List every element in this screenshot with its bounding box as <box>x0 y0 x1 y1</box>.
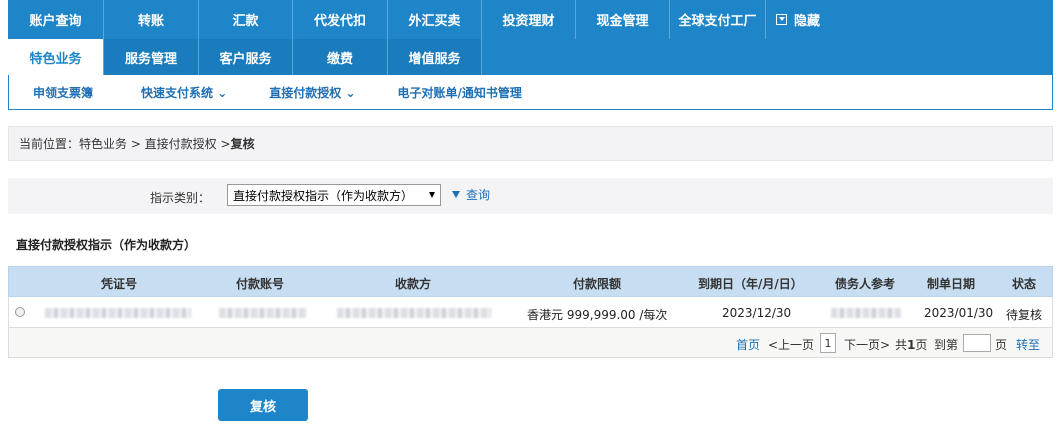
tab-service-management[interactable]: 服务管理 <box>104 39 199 75</box>
payer-account-redacted <box>219 308 307 318</box>
limit-frequency: /每次 <box>639 308 668 322</box>
col-created-date: 制单日期 <box>927 277 976 291</box>
filter-bar: 指示类别： 直接付款授权指示（作为收款方） 查询 <box>8 178 1053 214</box>
table-row[interactable]: 香港元 999,999.00 /每次 2023/12/30 2023/01/30… <box>8 297 1053 328</box>
dropdown-arrow-icon <box>429 192 435 198</box>
instruction-type-label: 指示类别： <box>150 191 211 205</box>
query-button[interactable]: 查询 <box>452 186 490 203</box>
debtor-ref-redacted <box>831 308 901 318</box>
submenu-fps-label: 快速支付系统 <box>141 85 214 100</box>
limit-value: 香港元 999,999.00 /每次 <box>527 306 667 323</box>
col-payment-limit: 付款限额 <box>573 277 622 291</box>
top-navigation: 账户查询 转账 汇款 代发代扣 外汇买卖 投资理财 现金管理 全球支付工厂 隐藏… <box>8 0 1053 75</box>
status-cell: 待复核 <box>1006 308 1043 322</box>
col-status: 状态 <box>1012 277 1037 291</box>
menu-global-payment[interactable]: 全球支付工厂 <box>670 0 766 39</box>
breadcrumb-path: 当前位置：特色业务 > 直接付款授权 > <box>19 137 231 151</box>
goto-suffix: 页 <box>995 338 1008 352</box>
tab-special-business[interactable]: 特色业务 <box>8 39 104 75</box>
review-button[interactable]: 复核 <box>218 389 308 421</box>
due-date-cell: 2023/12/30 <box>722 306 792 320</box>
submenu-e-statement[interactable]: 电子对账单/通知书管理 <box>398 84 522 101</box>
tertiary-menu: 申领支票簿 快速支付系统 ⌄ 直接付款授权 ⌄ 电子对账单/通知书管理 <box>8 75 1053 110</box>
primary-menu: 账户查询 转账 汇款 代发代扣 外汇买卖 投资理财 现金管理 全球支付工厂 隐藏 <box>8 0 886 39</box>
submenu-direct-debit[interactable]: 直接付款授权 ⌄ <box>269 84 355 101</box>
col-payer-account: 付款账号 <box>236 277 285 291</box>
limit-amount: 999,999.00 <box>566 308 636 322</box>
col-payee: 收款方 <box>395 277 432 291</box>
hide-menu-button[interactable]: 隐藏 <box>766 0 886 39</box>
payee-redacted <box>337 308 491 318</box>
authorization-table: 凭证号 付款账号 收款方 付款限额 到期日（年/月/日） 债务人参考 制单日期 … <box>8 266 1053 358</box>
total-suffix: 页 <box>915 338 928 352</box>
instruction-type-select[interactable]: 直接付款授权指示（作为收款方） <box>227 184 441 206</box>
menu-cash-management[interactable]: 现金管理 <box>576 0 670 39</box>
next-page-link[interactable]: 下一页> <box>844 336 890 353</box>
first-page-link[interactable]: 首页 <box>736 336 760 353</box>
submenu-direct-debit-label: 直接付款授权 <box>269 85 342 100</box>
breadcrumb: 当前位置：特色业务 > 直接付款授权 > 复核 <box>8 126 1053 161</box>
menu-remittance[interactable]: 汇款 <box>199 0 293 39</box>
col-debtor-ref: 债务人参考 <box>835 277 896 291</box>
submenu-fps[interactable]: 快速支付系统 ⌄ <box>141 84 227 101</box>
menu-payroll[interactable]: 代发代扣 <box>293 0 388 39</box>
chevron-down-icon: ⌄ <box>345 85 356 100</box>
collapse-icon <box>776 14 787 25</box>
pagination: 首页 <上一页 1 下一页> 共1页 到第 页 转至 <box>8 328 1053 358</box>
row-select-radio[interactable] <box>15 307 25 317</box>
goto-page-link[interactable]: 转至 <box>1016 336 1040 353</box>
instruction-type-value: 直接付款授权指示（作为收款方） <box>233 188 414 203</box>
col-voucher-no: 凭证号 <box>101 277 138 291</box>
filter-icon <box>452 191 460 198</box>
tab-customer-service[interactable]: 客户服务 <box>199 39 293 75</box>
secondary-menu: 特色业务 服务管理 客户服务 缴费 增值服务 <box>8 39 482 75</box>
section-title: 直接付款授权指示（作为收款方） <box>16 238 197 252</box>
query-label: 查询 <box>466 188 491 202</box>
menu-transfer[interactable]: 转账 <box>104 0 199 39</box>
total-pages: 共1页 <box>895 336 927 353</box>
goto-prefix: 到第 <box>934 338 959 352</box>
col-due-date: 到期日（年/月/日） <box>698 277 803 291</box>
limit-currency: 香港元 <box>527 308 564 322</box>
total-prefix: 共 <box>895 338 908 352</box>
menu-fx[interactable]: 外汇买卖 <box>388 0 482 39</box>
voucher-no-redacted <box>45 308 191 318</box>
hide-label: 隐藏 <box>794 14 821 29</box>
current-page-box: 1 <box>820 333 836 353</box>
menu-account-query[interactable]: 账户查询 <box>8 0 104 39</box>
chevron-down-icon: ⌄ <box>217 85 228 100</box>
created-date-cell: 2023/01/30 <box>924 306 994 320</box>
tab-bill-payment[interactable]: 缴费 <box>293 39 388 75</box>
prev-page-link[interactable]: <上一页 <box>768 336 814 353</box>
breadcrumb-current: 复核 <box>230 137 255 151</box>
menu-wealth[interactable]: 投资理财 <box>482 0 576 39</box>
submenu-cheque-book[interactable]: 申领支票簿 <box>33 84 93 101</box>
goto-page-input[interactable] <box>963 334 991 352</box>
table-header: 凭证号 付款账号 收款方 付款限额 到期日（年/月/日） 债务人参考 制单日期 … <box>8 266 1053 297</box>
tab-value-added[interactable]: 增值服务 <box>388 39 482 75</box>
